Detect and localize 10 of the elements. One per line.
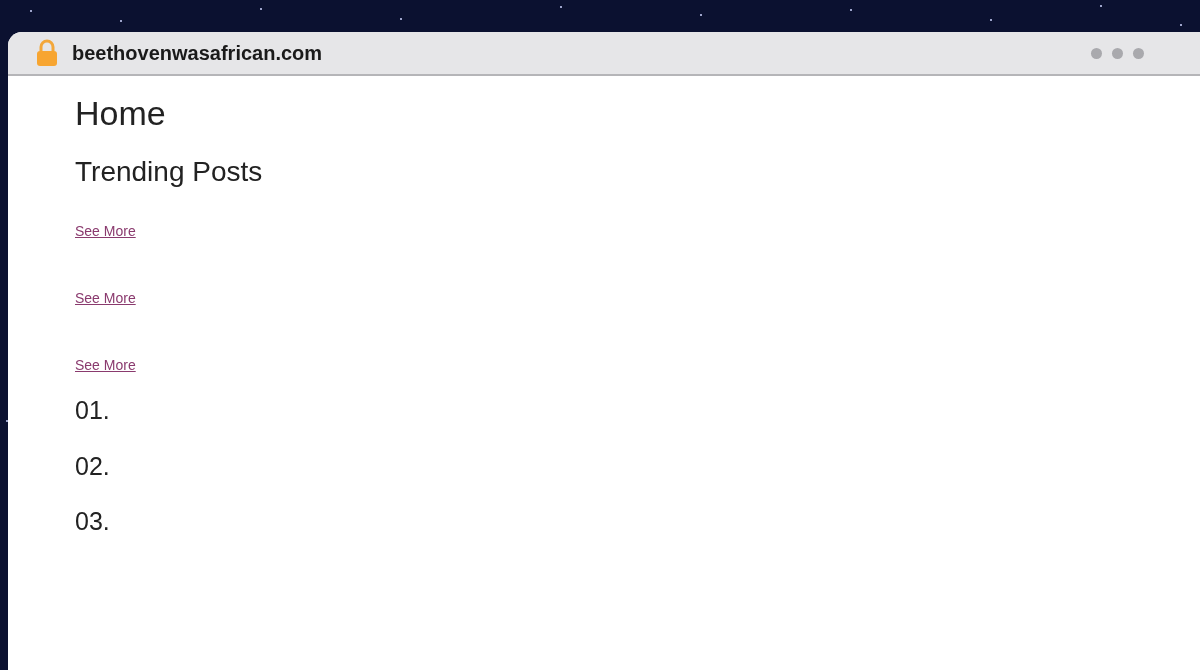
see-more-link[interactable]: See More: [75, 288, 136, 309]
url-text[interactable]: beethovenwasafrican.com: [72, 38, 323, 68]
see-more-link[interactable]: See More: [75, 221, 136, 242]
page-title: Home: [75, 93, 166, 134]
see-more-link[interactable]: See More: [75, 355, 136, 376]
section-title: Trending Posts: [75, 155, 263, 189]
list-number: 03.: [75, 506, 110, 537]
lock-icon: [36, 39, 58, 67]
list-number: 02.: [75, 450, 110, 482]
list-number: 01.: [75, 395, 110, 426]
